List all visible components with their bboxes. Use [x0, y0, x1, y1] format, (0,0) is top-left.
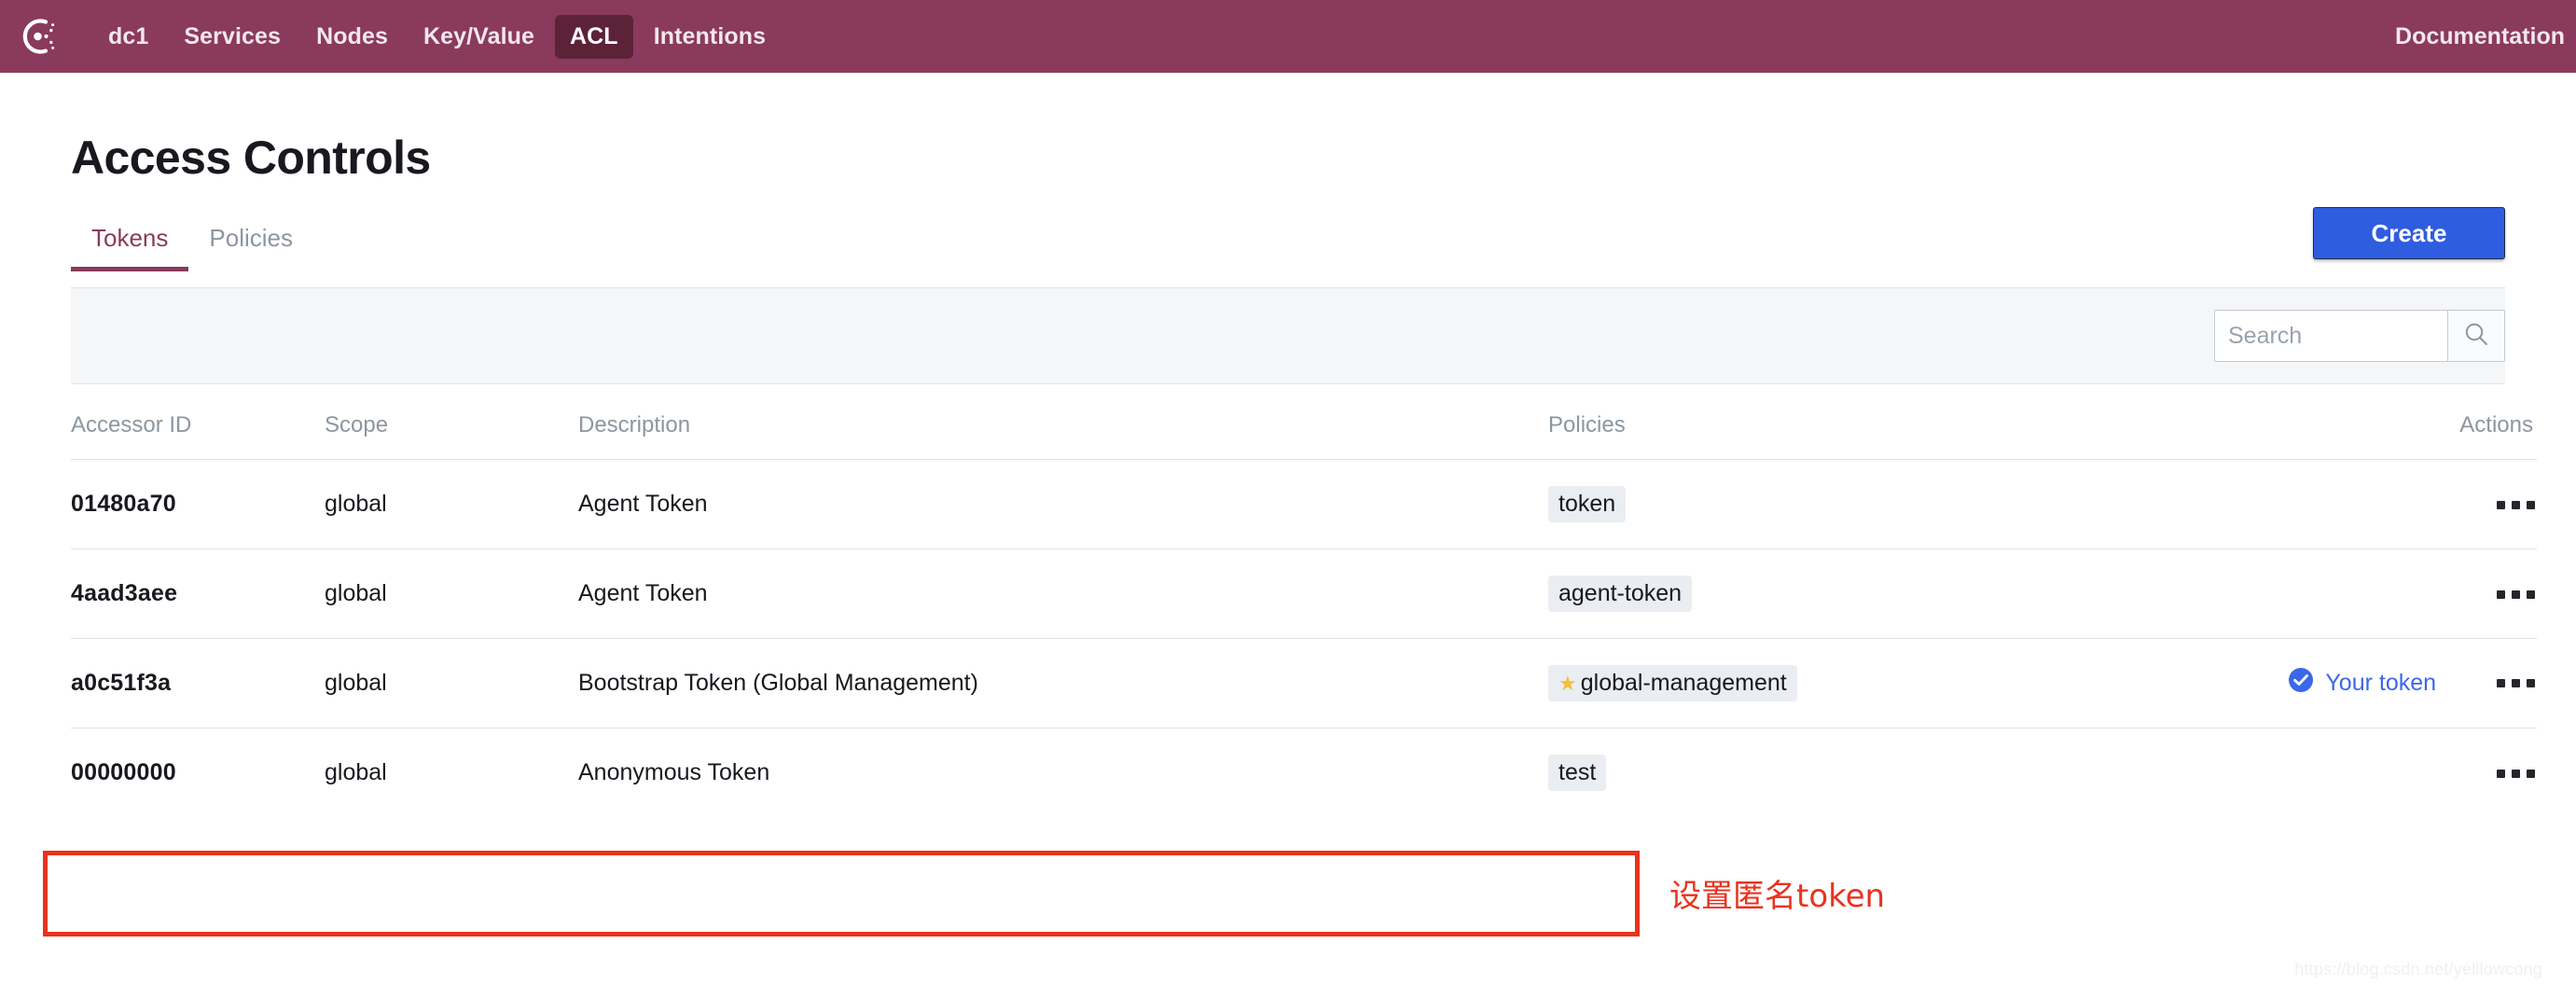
col-header-description: Description: [578, 412, 691, 437]
page-body: Access Controls Tokens Policies Create S…: [0, 73, 2576, 985]
cell-scope: global: [325, 459, 578, 549]
tokens-table: Accessor ID Scope Description Policies A…: [71, 384, 2537, 817]
nav-item-key-value[interactable]: Key/Value: [409, 15, 549, 59]
annotation-highlight-box: [43, 851, 1640, 936]
cell-description: Anonymous Token: [578, 728, 1548, 817]
policy-badge[interactable]: token: [1548, 486, 1627, 522]
search-icon: [2462, 320, 2490, 353]
cell-accessor-id: 01480a70: [71, 459, 325, 549]
table-header-row: Accessor ID Scope Description Policies A…: [71, 384, 2537, 460]
tab-tokens[interactable]: Tokens: [71, 218, 189, 271]
table-row[interactable]: 4aad3aee global Agent Token agent-token: [71, 548, 2537, 639]
cell-description: Agent Token: [578, 548, 1548, 639]
star-icon: ★: [1558, 671, 1577, 695]
nav-item-nodes[interactable]: Nodes: [301, 15, 403, 59]
nav-item-intentions[interactable]: Intentions: [639, 15, 781, 59]
nav-right-group: Documentation: [2395, 23, 2565, 50]
search-button[interactable]: [2447, 310, 2505, 362]
more-actions-icon[interactable]: [2495, 495, 2537, 515]
cell-accessor-id: 4aad3aee: [71, 548, 325, 639]
tab-list: Tokens Policies: [71, 218, 2505, 287]
cell-actions: [2238, 728, 2537, 817]
top-navbar: dc1 Services Nodes Key/Value ACL Intenti…: [0, 0, 2576, 73]
nav-item-documentation[interactable]: Documentation: [2395, 23, 2565, 50]
consul-logo-icon[interactable]: [17, 15, 60, 58]
cell-accessor-id: a0c51f3a: [71, 638, 325, 728]
cell-description: Agent Token: [578, 459, 1548, 549]
more-actions-icon[interactable]: [2495, 673, 2537, 693]
cell-policies: ★ global-management: [1548, 638, 2238, 728]
cell-policies: test: [1548, 728, 2238, 817]
cell-actions: [2238, 548, 2537, 639]
nav-item-services[interactable]: Services: [169, 15, 296, 59]
cell-scope: global: [325, 548, 578, 639]
col-header-actions: Actions: [2459, 412, 2533, 437]
cell-policies: agent-token: [1548, 548, 2238, 639]
tab-policies[interactable]: Policies: [188, 218, 313, 271]
policy-badge-label: test: [1558, 759, 1597, 785]
col-header-accessor-id: Accessor ID: [71, 412, 192, 437]
policy-badge[interactable]: ★ global-management: [1548, 665, 1797, 701]
watermark: https://blog.csdn.net/yelllowcong: [2294, 960, 2542, 978]
table-row[interactable]: a0c51f3a global Bootstrap Token (Global …: [71, 638, 2537, 728]
cell-scope: global: [325, 728, 578, 817]
page-title: Access Controls: [71, 132, 431, 184]
search-group: [2214, 310, 2505, 362]
cell-scope: global: [325, 638, 578, 728]
search-input[interactable]: [2214, 310, 2447, 362]
your-token-label: Your token: [2325, 670, 2437, 696]
cell-description: Bootstrap Token (Global Management): [578, 638, 1548, 728]
cell-accessor-id: 00000000: [71, 728, 325, 817]
col-header-policies: Policies: [1548, 412, 1626, 437]
cell-actions: [2238, 459, 2537, 549]
table-row[interactable]: 01480a70 global Agent Token token: [71, 459, 2537, 549]
check-circle-icon: [2288, 667, 2314, 700]
more-actions-icon[interactable]: [2495, 585, 2537, 604]
filter-bar: [71, 287, 2505, 384]
policy-badge-label: global-management: [1580, 670, 1787, 696]
col-header-scope: Scope: [325, 412, 389, 437]
your-token-indicator[interactable]: Your token: [2288, 667, 2436, 700]
policy-badge-label: agent-token: [1558, 580, 1683, 606]
annotation-note: 设置匿名token: [1669, 878, 1886, 915]
create-button[interactable]: Create: [2313, 207, 2505, 259]
cell-policies: token: [1548, 459, 2238, 549]
nav-item-dc1[interactable]: dc1: [93, 15, 163, 59]
cell-actions: Your token: [2238, 638, 2537, 728]
nav-links: dc1 Services Nodes Key/Value ACL Intenti…: [93, 14, 781, 59]
nav-item-acl[interactable]: ACL: [555, 14, 633, 59]
table-row[interactable]: 00000000 global Anonymous Token test: [71, 728, 2537, 817]
policy-badge-label: token: [1558, 491, 1616, 517]
tabs-row: Tokens Policies Create: [71, 207, 2505, 287]
policy-badge[interactable]: test: [1548, 755, 1607, 791]
more-actions-icon[interactable]: [2495, 764, 2537, 784]
policy-badge[interactable]: agent-token: [1548, 576, 1693, 612]
